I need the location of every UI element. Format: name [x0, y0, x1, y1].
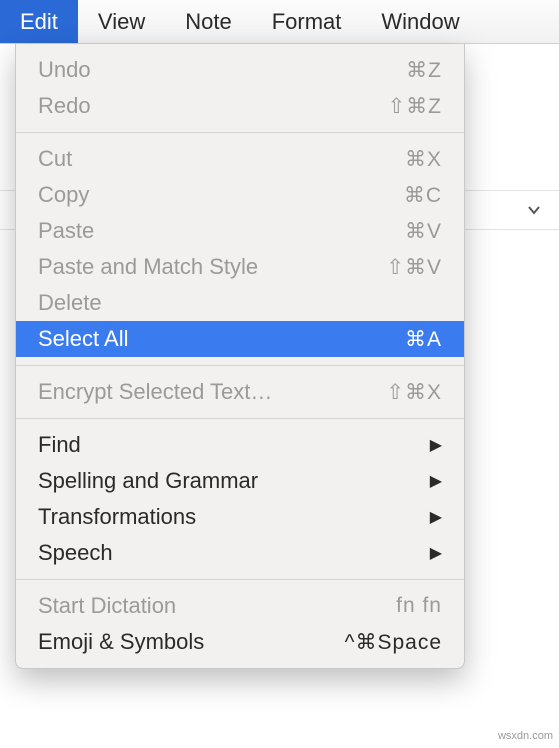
menu-item-label: Spelling and Grammar	[38, 468, 430, 494]
menu-item-label: Start Dictation	[38, 593, 396, 619]
menubar-item-window[interactable]: Window	[361, 0, 479, 43]
menu-item-label: Undo	[38, 57, 406, 83]
submenu-arrow-icon: ▶	[430, 543, 442, 563]
menubar-item-view[interactable]: View	[78, 0, 165, 43]
menu-item-cut: Cut⌘X	[16, 141, 464, 177]
menu-item-shortcut: ⌘V	[405, 219, 442, 244]
menu-item-shortcut: ⇧⌘X	[386, 380, 442, 405]
menu-item-paste: Paste⌘V	[16, 213, 464, 249]
menu-separator	[16, 365, 464, 366]
menu-item-shortcut: ⇧⌘Z	[388, 94, 442, 119]
menu-item-emoji-symbols[interactable]: Emoji & Symbols^⌘Space	[16, 624, 464, 660]
menu-item-spelling-and-grammar[interactable]: Spelling and Grammar▶	[16, 463, 464, 499]
watermark: wsxdn.com	[498, 730, 553, 742]
menu-item-shortcut: ⌘Z	[406, 58, 442, 83]
menu-separator	[16, 132, 464, 133]
menu-item-copy: Copy⌘C	[16, 177, 464, 213]
submenu-arrow-icon: ▶	[430, 471, 442, 491]
menu-item-label: Encrypt Selected Text…	[38, 379, 386, 405]
menubar-item-edit[interactable]: Edit	[0, 0, 78, 43]
menubar-item-format[interactable]: Format	[252, 0, 362, 43]
menu-item-delete: Delete	[16, 285, 464, 321]
submenu-arrow-icon: ▶	[430, 435, 442, 455]
menu-item-label: Transformations	[38, 504, 430, 530]
menu-item-label: Emoji & Symbols	[38, 629, 345, 655]
chevron-down-icon	[527, 203, 541, 217]
menu-item-redo: Redo⇧⌘Z	[16, 88, 464, 124]
menu-item-shortcut: ⇧⌘V	[386, 255, 442, 280]
menu-item-encrypt-selected-text: Encrypt Selected Text…⇧⌘X	[16, 374, 464, 410]
menu-item-label: Copy	[38, 182, 404, 208]
menu-separator	[16, 579, 464, 580]
chevron-down-button[interactable]	[519, 195, 549, 225]
menu-item-transformations[interactable]: Transformations▶	[16, 499, 464, 535]
menubar-item-note[interactable]: Note	[165, 0, 251, 43]
menu-separator	[16, 418, 464, 419]
submenu-arrow-icon: ▶	[430, 507, 442, 527]
menu-item-label: Delete	[38, 290, 442, 316]
menubar: EditViewNoteFormatWindow	[0, 0, 559, 44]
menu-item-label: Select All	[38, 326, 405, 352]
menu-item-shortcut: ^⌘Space	[345, 630, 442, 655]
menu-item-select-all[interactable]: Select All⌘A	[16, 321, 464, 357]
menu-item-start-dictation: Start Dictationfn fn	[16, 588, 464, 624]
menu-item-label: Redo	[38, 93, 388, 119]
menu-item-label: Cut	[38, 146, 405, 172]
menu-item-paste-and-match-style: Paste and Match Style⇧⌘V	[16, 249, 464, 285]
edit-menu-dropdown: Undo⌘ZRedo⇧⌘ZCut⌘XCopy⌘CPaste⌘VPaste and…	[15, 44, 465, 669]
menu-item-label: Speech	[38, 540, 430, 566]
menu-item-shortcut: ⌘A	[405, 327, 442, 352]
menu-item-find[interactable]: Find▶	[16, 427, 464, 463]
menu-item-speech[interactable]: Speech▶	[16, 535, 464, 571]
menu-item-shortcut: ⌘X	[405, 147, 442, 172]
menu-item-label: Paste	[38, 218, 405, 244]
menu-item-undo: Undo⌘Z	[16, 52, 464, 88]
menu-item-shortcut: fn fn	[396, 594, 442, 618]
menu-item-label: Find	[38, 432, 430, 458]
menu-item-label: Paste and Match Style	[38, 254, 386, 280]
menu-item-shortcut: ⌘C	[404, 183, 442, 208]
